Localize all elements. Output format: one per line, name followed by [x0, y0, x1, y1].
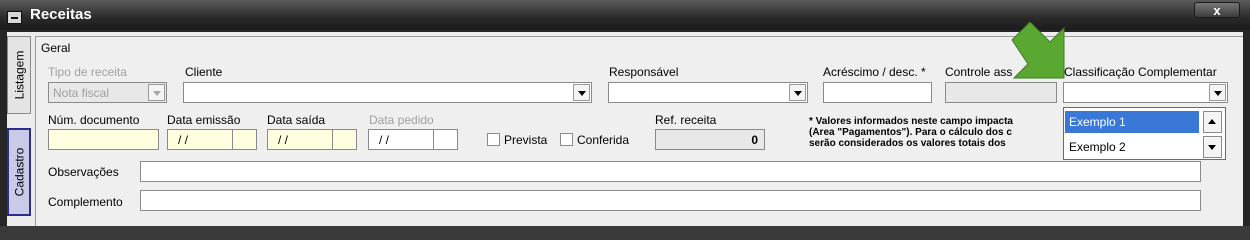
note-line-2: (Área "Pagamentos"). Para o cálculo dos …: [809, 127, 1012, 138]
responsavel-select[interactable]: [608, 82, 808, 103]
responsavel-label: Responsável: [609, 65, 679, 79]
tab-listagem[interactable]: Listagem: [7, 36, 31, 114]
tipo-receita-value: Nota fiscal: [53, 86, 110, 100]
data-pedido-label: Data pedido: [369, 113, 434, 127]
chevron-down-icon: [148, 84, 165, 101]
window-title: Receitas: [30, 6, 92, 23]
date-divider: [433, 130, 434, 149]
chevron-down-icon[interactable]: [789, 84, 806, 101]
prevista-checkbox[interactable]: [487, 133, 500, 146]
minimize-icon[interactable]: [7, 11, 22, 24]
classificacao-dropdown-list[interactable]: Exemplo 1 Exemplo 2: [1063, 107, 1226, 160]
section-title: Geral: [41, 41, 71, 55]
cliente-select[interactable]: [183, 82, 592, 103]
ref-receita-input: 0: [655, 129, 765, 150]
classificacao-label: Classificação Complementar: [1064, 65, 1217, 79]
dropdown-option-2[interactable]: Exemplo 2: [1065, 136, 1199, 158]
close-button[interactable]: x: [1194, 2, 1240, 18]
tab-cadastro[interactable]: Cadastro: [7, 128, 31, 216]
data-saida-input[interactable]: / /: [267, 129, 357, 150]
data-pedido-input[interactable]: / /: [368, 129, 458, 150]
controle-label: Controle ass: [945, 65, 1013, 79]
note-line-3: serão considerados os valores totais dos: [809, 138, 1006, 149]
data-emissao-value: / /: [178, 133, 189, 147]
tipo-receita-select: Nota fiscal: [48, 82, 167, 103]
acrescimo-input[interactable]: [823, 82, 932, 103]
chevron-down-icon[interactable]: [573, 84, 590, 101]
data-saida-value: / /: [278, 133, 289, 147]
prevista-label: Prevista: [504, 133, 548, 147]
receitas-window: Receitas x Listagem Cadastro Geral Tipo …: [0, 0, 1250, 226]
num-documento-input[interactable]: [48, 129, 159, 150]
chevron-down-icon[interactable]: [1209, 84, 1226, 101]
complemento-input[interactable]: [140, 190, 1201, 211]
scroll-down-icon[interactable]: [1203, 136, 1222, 158]
tab-cadastro-label: Cadastro: [12, 147, 27, 197]
observacoes-input[interactable]: [140, 161, 1201, 182]
date-divider: [332, 130, 333, 149]
controle-input: [945, 82, 1057, 103]
note-line-1: * Valores informados neste campo impacta: [809, 116, 1013, 127]
tab-listagem-label: Listagem: [12, 50, 27, 100]
cliente-label: Cliente: [185, 65, 223, 79]
date-divider: [232, 130, 233, 149]
data-saida-label: Data saída: [267, 113, 326, 127]
ref-receita-value: 0: [751, 133, 758, 147]
complemento-label: Complemento: [48, 195, 123, 209]
data-pedido-value: / /: [379, 133, 390, 147]
data-emissao-label: Data emissão: [167, 113, 241, 127]
acrescimo-label: Acréscimo / desc. *: [823, 65, 926, 79]
num-documento-label: Núm. documento: [48, 113, 140, 127]
tipo-receita-label: Tipo de receita: [48, 65, 127, 79]
observacoes-label: Observações: [48, 165, 119, 179]
scroll-up-icon[interactable]: [1203, 111, 1222, 133]
ref-receita-label: Ref. receita: [655, 113, 717, 127]
conferida-checkbox[interactable]: [560, 133, 573, 146]
data-emissao-input[interactable]: / /: [167, 129, 257, 150]
green-arrow-icon: [1011, 22, 1065, 79]
conferida-label: Conferida: [577, 133, 630, 147]
dropdown-option-1[interactable]: Exemplo 1: [1065, 111, 1199, 133]
classificacao-select[interactable]: [1063, 82, 1228, 103]
